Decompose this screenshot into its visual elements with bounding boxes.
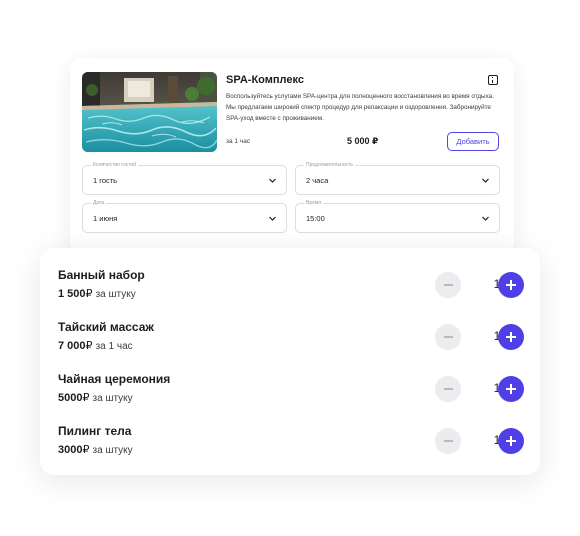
date-label: Дата (91, 200, 107, 207)
list-item: Тайский массаж 7 000₽ за 1 час 1 (58, 320, 524, 364)
item-price: 5000₽ за штуку (58, 391, 133, 404)
item-name: Пилинг тела (58, 424, 132, 438)
increment-button[interactable] (498, 376, 524, 402)
decrement-button[interactable] (435, 376, 461, 402)
chevron-down-icon (269, 178, 276, 183)
chevron-down-icon (269, 216, 276, 221)
list-item: Чайная церемония 5000₽ за штуку 1 (58, 372, 524, 416)
currency: ₽ (85, 288, 93, 300)
item-price: 1 500₽ за штуку (58, 287, 136, 300)
spa-price: 5 000 ₽ (347, 136, 379, 146)
item-price-value: 1 500 (58, 288, 86, 300)
spa-service-card: SPA-Комплекс Воспользуйтесь услугами SPA… (70, 58, 514, 254)
minus-icon (443, 440, 453, 442)
item-price-value: 7 000 (58, 340, 86, 352)
add-button[interactable]: Добавить (447, 132, 499, 151)
item-name: Тайский массаж (58, 320, 154, 334)
pool-image (82, 72, 217, 152)
currency: ₽ (82, 392, 90, 404)
guests-value: 1 гость (93, 176, 118, 185)
decrement-button[interactable] (435, 272, 461, 298)
item-price-unit: за штуку (92, 445, 133, 456)
minus-icon (443, 284, 453, 286)
date-select[interactable]: Дата 1 июня (82, 200, 287, 233)
item-price: 3000₽ за штуку (58, 443, 133, 456)
item-name: Чайная церемония (58, 372, 171, 386)
increment-button[interactable] (498, 324, 524, 350)
duration-select[interactable]: Продолжительность 2 часа (295, 162, 500, 195)
minus-icon (443, 336, 453, 338)
time-value: 15:00 (306, 214, 325, 223)
extras-card: Банный набор 1 500₽ за штуку 1 Тайский м… (40, 248, 540, 475)
duration-value: 2 часа (306, 176, 329, 185)
info-icon[interactable] (488, 75, 498, 85)
increment-button[interactable] (498, 272, 524, 298)
item-price-unit: за штуку (92, 393, 133, 404)
guests-select[interactable]: Количество гостей 1 гость (82, 162, 287, 195)
item-price-unit: за 1 час (95, 341, 133, 352)
spa-title: SPA-Комплекс (226, 74, 304, 86)
decrement-button[interactable] (435, 428, 461, 454)
duration-label: Продолжительность (304, 162, 355, 169)
time-select[interactable]: Время 15:00 (295, 200, 500, 233)
guests-label: Количество гостей (91, 162, 139, 169)
currency: ₽ (82, 444, 90, 456)
chevron-down-icon (482, 178, 489, 183)
date-value: 1 июня (93, 214, 118, 223)
list-item: Пилинг тела 3000₽ за штуку 1 (58, 424, 524, 468)
price-unit: за 1 час (226, 138, 251, 145)
item-price-value: 5000 (58, 392, 83, 404)
item-price-unit: за штуку (95, 289, 136, 300)
item-name: Банный набор (58, 268, 145, 282)
minus-icon (443, 388, 453, 390)
item-price-value: 3000 (58, 444, 83, 456)
item-price: 7 000₽ за 1 час (58, 339, 133, 352)
currency: ₽ (85, 340, 93, 352)
decrement-button[interactable] (435, 324, 461, 350)
chevron-down-icon (482, 216, 489, 221)
time-label: Время (304, 200, 324, 207)
list-item: Банный набор 1 500₽ за штуку 1 (58, 268, 524, 312)
increment-button[interactable] (498, 428, 524, 454)
spa-description: Воспользуйтесь услугами SPA-центра для п… (226, 93, 494, 122)
